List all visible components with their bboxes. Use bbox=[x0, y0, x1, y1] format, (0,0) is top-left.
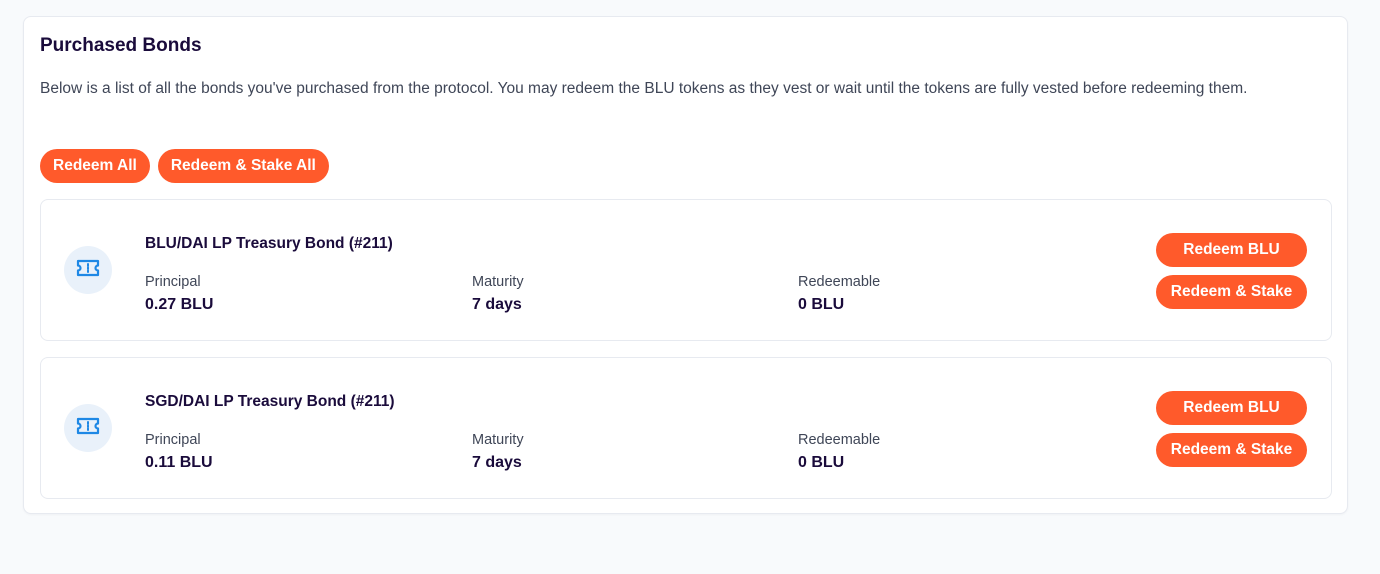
ticket-icon bbox=[75, 258, 101, 283]
maturity-label: Maturity bbox=[472, 274, 524, 290]
panel-title: Purchased Bonds bbox=[40, 35, 202, 56]
panel-description: Below is a list of all the bonds you've … bbox=[40, 80, 1248, 97]
maturity-label: Maturity bbox=[472, 432, 524, 448]
redeemable-label: Redeemable bbox=[798, 274, 881, 290]
bond-icon-wrapper bbox=[64, 404, 112, 452]
principal-value: 0.11 BLU bbox=[145, 454, 213, 471]
redeem-stake-all-button[interactable]: Redeem & Stake All bbox=[157, 149, 329, 183]
purchased-bonds-panel: Purchased Bonds Below is a list of all t… bbox=[23, 16, 1348, 514]
bond-actions: Redeem BLU Redeem & Stake bbox=[1156, 391, 1307, 467]
redeemable-label: Redeemable bbox=[798, 432, 881, 448]
redeemable-stat: Redeemable 0 BLU bbox=[798, 274, 880, 314]
redeemable-value: 0 BLU bbox=[798, 454, 845, 471]
redeem-blu-button[interactable]: Redeem BLU bbox=[1156, 391, 1307, 425]
maturity-stat: Maturity 7 days bbox=[472, 432, 524, 472]
redeemable-stat: Redeemable 0 BLU bbox=[798, 432, 880, 472]
bond-card: BLU/DAI LP Treasury Bond (#211) Principa… bbox=[40, 199, 1332, 341]
redeem-stake-button[interactable]: Redeem & Stake bbox=[1156, 275, 1307, 309]
bond-card: SGD/DAI LP Treasury Bond (#211) Principa… bbox=[40, 357, 1332, 499]
redeemable-value: 0 BLU bbox=[798, 296, 845, 313]
principal-stat: Principal 0.27 BLU bbox=[145, 274, 213, 314]
redeem-all-button[interactable]: Redeem All bbox=[40, 149, 150, 183]
redeem-blu-button[interactable]: Redeem BLU bbox=[1156, 233, 1307, 267]
maturity-value: 7 days bbox=[472, 454, 522, 471]
bond-icon-wrapper bbox=[64, 246, 112, 294]
bond-name: BLU/DAI LP Treasury Bond (#211) bbox=[145, 235, 393, 252]
maturity-stat: Maturity 7 days bbox=[472, 274, 524, 314]
ticket-icon bbox=[75, 416, 101, 441]
bond-actions: Redeem BLU Redeem & Stake bbox=[1156, 233, 1307, 309]
redeem-stake-button[interactable]: Redeem & Stake bbox=[1156, 433, 1307, 467]
principal-label: Principal bbox=[145, 432, 201, 448]
bulk-actions: Redeem All Redeem & Stake All bbox=[40, 149, 329, 183]
principal-label: Principal bbox=[145, 274, 201, 290]
principal-stat: Principal 0.11 BLU bbox=[145, 432, 213, 472]
maturity-value: 7 days bbox=[472, 296, 522, 313]
principal-value: 0.27 BLU bbox=[145, 296, 214, 313]
bond-name: SGD/DAI LP Treasury Bond (#211) bbox=[145, 393, 395, 410]
